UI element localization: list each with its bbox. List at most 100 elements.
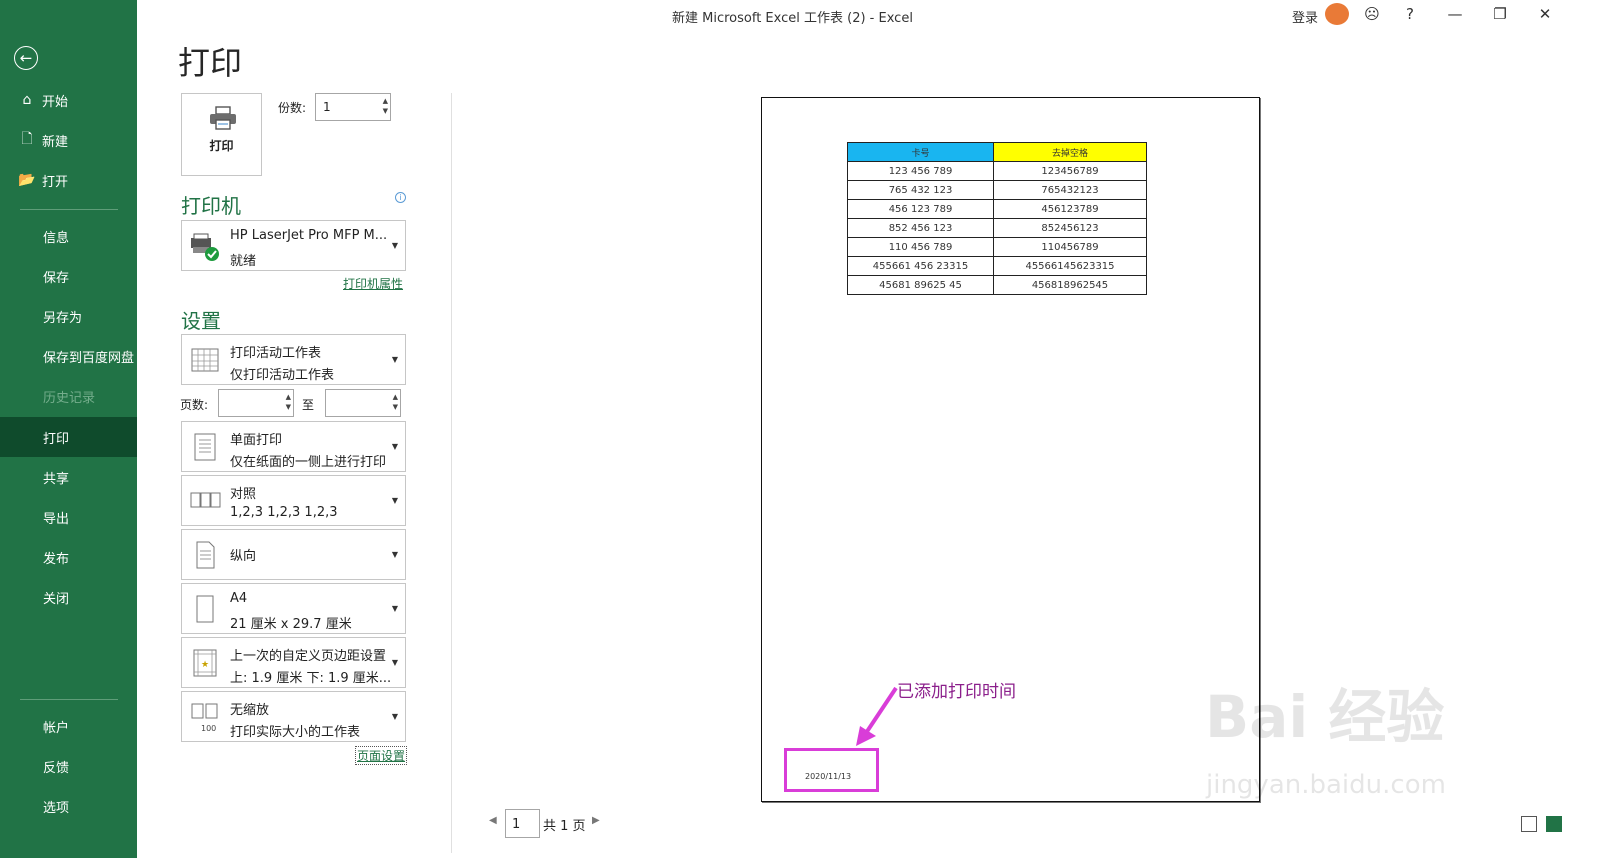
table-row: 456 123 789 456123789 (847, 199, 1147, 219)
nav-export[interactable]: 导出 (0, 497, 137, 537)
chevron-down-icon: ▼ (391, 496, 398, 505)
orientation-select[interactable]: 纵向 ▼ (181, 529, 406, 580)
nav-save[interactable]: 保存 (0, 256, 137, 296)
minimize-icon[interactable]: — (1444, 5, 1466, 23)
pages-to-stepper[interactable]: ▲ ▼ (325, 389, 401, 417)
table-cell: 455661 456 23315 (847, 256, 994, 276)
setting-line2: 上: 1.9 厘米 下: 1.9 厘米... (230, 671, 392, 686)
table-cell: 123456789 (993, 161, 1147, 181)
one-sided-page-icon (194, 433, 216, 461)
chevron-down-icon: ▼ (391, 604, 398, 613)
printer-status: 就绪 (230, 254, 257, 269)
table-cell: 456 123 789 (847, 199, 994, 219)
nav-account[interactable]: 帐户 (0, 706, 137, 746)
nav-label: 选项 (43, 800, 70, 816)
stepper-arrows-icon[interactable]: ▲ ▼ (383, 96, 388, 116)
nav-label: 导出 (43, 511, 70, 527)
sides-select[interactable]: 单面打印 仅在纸面的一侧上进行打印 ▼ (181, 421, 406, 472)
restore-icon[interactable]: ❐ (1489, 5, 1511, 23)
nav-label: 反馈 (43, 760, 70, 776)
chevron-down-icon: ▼ (391, 442, 398, 451)
show-margins-icon[interactable] (1521, 816, 1537, 832)
printer-properties-link[interactable]: 打印机属性 (343, 275, 403, 292)
nav-label: 打开 (42, 174, 69, 190)
table-cell: 123 456 789 (847, 161, 994, 181)
pages-from-stepper[interactable]: ▲ ▼ (218, 389, 294, 417)
nav-share[interactable]: 共享 (0, 457, 137, 497)
stepper-arrows-icon[interactable]: ▲ ▼ (286, 392, 291, 412)
table-cell: 45681 89625 45 (847, 275, 994, 295)
chevron-down-icon: ▼ (391, 712, 398, 721)
window-title: 新建 Microsoft Excel 工作表 (2) - Excel (672, 11, 913, 26)
scaling-select[interactable]: 100 无缩放 打印实际大小的工作表 ▼ (181, 691, 406, 742)
margins-select[interactable]: ★ 上一次的自定义页边距设置 上: 1.9 厘米 下: 1.9 厘米... ▼ (181, 637, 406, 688)
pages-label: 页数: (180, 398, 209, 412)
table-row: 455661 456 23315 45566145623315 (847, 256, 1147, 276)
nav-save-as[interactable]: 另存为 (0, 296, 137, 336)
print-button[interactable]: 打印 (181, 93, 262, 176)
table-cell: 110 456 789 (847, 237, 994, 257)
close-icon[interactable]: ✕ (1534, 5, 1556, 23)
nav-label: 关闭 (43, 591, 70, 607)
login-link[interactable]: 登录 (1292, 7, 1318, 26)
nav-home[interactable]: ⌂ 开始 (0, 80, 137, 120)
backstage-sidebar: ← ⌂ 开始 🗋 新建 📂 打开 信息 保存 另存为 保存到百度网盘 历史记录 … (0, 0, 137, 858)
page-setup-link[interactable]: 页面设置 (355, 746, 408, 765)
to-label: 至 (302, 398, 315, 412)
table-cell: 852456123 (993, 218, 1147, 238)
nav-label: 打印 (43, 431, 70, 447)
table-cell: 765432123 (993, 180, 1147, 200)
nav-publish[interactable]: 发布 (0, 537, 137, 577)
nav-label: 另存为 (43, 310, 83, 326)
nav-new[interactable]: 🗋 新建 (0, 120, 137, 160)
feedback-face-icon[interactable]: ☹ (1361, 5, 1383, 23)
title-bar: 新建 Microsoft Excel 工作表 (2) - Excel 登录 ☹ … (137, 0, 1600, 30)
nav-label: 保存到百度网盘 (43, 350, 135, 366)
avatar[interactable] (1325, 3, 1349, 25)
chevron-down-icon: ▼ (391, 241, 398, 250)
nav-close[interactable]: 关闭 (0, 577, 137, 617)
nav-feedback[interactable]: 反馈 (0, 746, 137, 786)
nav-info[interactable]: 信息 (0, 216, 137, 256)
collate-select[interactable]: 对照 1,2,3 1,2,3 1,2,3 ▼ (181, 475, 406, 526)
setting-line1: 单面打印 (230, 433, 283, 448)
copies-value: 1 (323, 100, 331, 114)
svg-text:100: 100 (201, 724, 216, 733)
nav-label: 保存 (43, 270, 70, 286)
chevron-down-icon: ▼ (391, 355, 398, 364)
stepper-arrows-icon[interactable]: ▲ ▼ (393, 392, 398, 412)
baidu-watermark-url: jingyan.baidu.com (1206, 770, 1446, 800)
printer-name: HP LaserJet Pro MFP M... (230, 228, 388, 243)
zoom-to-page-icon[interactable] (1546, 816, 1562, 832)
nav-save-baidu[interactable]: 保存到百度网盘 (0, 336, 137, 376)
home-icon: ⌂ (22, 92, 32, 108)
worksheet-grid-icon (191, 348, 219, 372)
paper-size-select[interactable]: A4 21 厘米 x 29.7 厘米 ▼ (181, 583, 406, 634)
nav-divider (20, 209, 118, 210)
next-page-icon[interactable]: ▶ (592, 815, 600, 826)
nav-options[interactable]: 选项 (0, 786, 137, 826)
print-what-select[interactable]: 打印活动工作表 仅打印活动工作表 ▼ (181, 334, 406, 385)
nav-print[interactable]: 打印 (0, 417, 137, 457)
help-icon[interactable]: ? (1399, 5, 1421, 23)
setting-line2: 21 厘米 x 29.7 厘米 (230, 617, 352, 632)
chevron-down-icon: ▼ (391, 658, 398, 667)
margins-icon: ★ (193, 649, 217, 677)
table-cell: 456818962545 (993, 275, 1147, 295)
copies-label: 份数: (278, 101, 307, 115)
printer-select[interactable]: HP LaserJet Pro MFP M... 就绪 ▼ (181, 220, 406, 271)
back-arrow-icon[interactable]: ← (14, 46, 38, 70)
nav-open[interactable]: 📂 打开 (0, 160, 137, 200)
current-page-input[interactable]: 1 (505, 809, 540, 838)
baidu-watermark: Bai 经验 (1205, 683, 1445, 751)
info-icon[interactable]: i (395, 192, 406, 203)
no-scaling-icon: 100 (191, 703, 218, 733)
nav-label: 信息 (43, 230, 70, 246)
table-row: 45681 89625 45 456818962545 (847, 275, 1147, 295)
prev-page-icon[interactable]: ◀ (489, 815, 497, 826)
copies-stepper[interactable]: 1 ▲ ▼ (315, 93, 391, 121)
panel-divider (451, 93, 452, 853)
table-header: 去掉空格 (993, 142, 1147, 162)
nav-label: 新建 (42, 134, 69, 150)
setting-line1: 打印活动工作表 (230, 346, 322, 361)
